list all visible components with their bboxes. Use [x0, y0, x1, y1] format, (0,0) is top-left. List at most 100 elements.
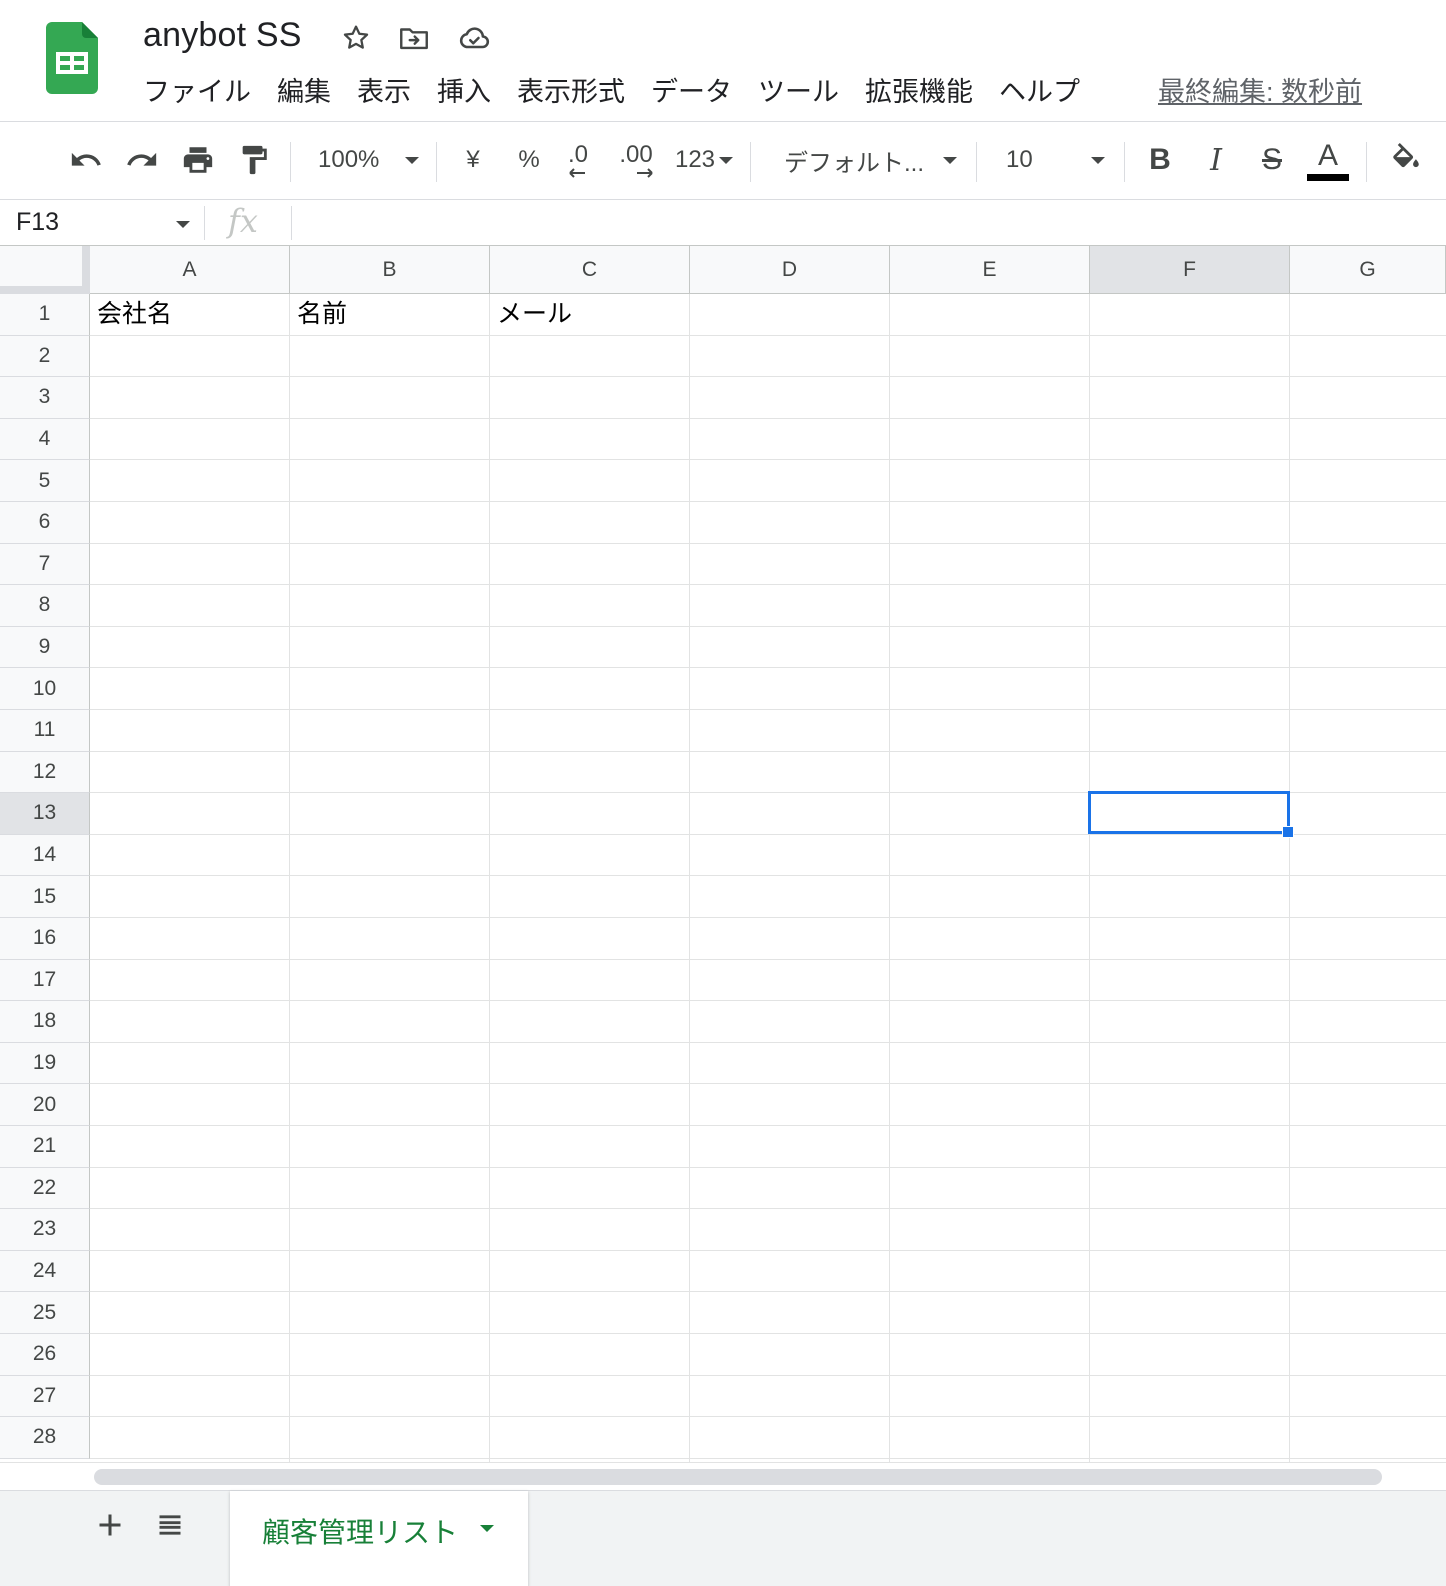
row-header-15[interactable]: 15	[0, 876, 90, 918]
row-header-2[interactable]: 2	[0, 335, 90, 378]
row-header-23[interactable]: 23	[0, 1209, 90, 1251]
row-header-10[interactable]: 10	[0, 668, 90, 710]
sheet-tab-bar: 顧客管理リスト	[0, 1490, 1446, 1586]
fill-handle[interactable]	[1282, 826, 1294, 838]
undo-icon[interactable]	[66, 138, 106, 182]
google-sheets-logo-icon[interactable]	[46, 22, 98, 94]
row-gridline	[90, 1083, 1446, 1085]
menu-insert[interactable]: 挿入	[426, 72, 506, 112]
menu-format[interactable]: 表示形式	[506, 72, 640, 112]
menu-edit[interactable]: 編集	[266, 72, 346, 112]
row-header-27[interactable]: 27	[0, 1375, 90, 1418]
bold-button[interactable]: B	[1142, 138, 1178, 182]
decrease-decimal-button[interactable]: .0	[558, 138, 598, 182]
cell-b1[interactable]: 名前	[297, 294, 347, 334]
row-gridline	[90, 1000, 1446, 1002]
menu-extensions[interactable]: 拡張機能	[854, 72, 988, 112]
horizontal-scrollbar-thumb[interactable]	[94, 1469, 1382, 1485]
row-header-3[interactable]: 3	[0, 377, 90, 419]
row-gridline	[90, 334, 1446, 336]
font-value: デフォルト...	[784, 149, 925, 177]
font-size-dropdown-icon[interactable]	[1086, 138, 1110, 182]
add-sheet-icon[interactable]	[92, 1507, 128, 1543]
move-to-folder-icon[interactable]	[396, 20, 432, 56]
row-header-25[interactable]: 25	[0, 1292, 90, 1334]
name-box-dropdown-icon[interactable]	[176, 221, 190, 228]
cloud-saved-icon[interactable]	[456, 20, 492, 56]
formula-input[interactable]	[300, 206, 1430, 240]
row-header-20[interactable]: 20	[0, 1084, 90, 1126]
row-header-5[interactable]: 5	[0, 460, 90, 502]
row-header-9[interactable]: 9	[0, 626, 90, 669]
sheet-tab-label: 顧客管理リスト	[262, 1517, 459, 1548]
last-edit-link[interactable]: 最終編集: 数秒前	[1158, 72, 1362, 112]
column-header-g[interactable]: G	[1290, 246, 1446, 294]
row-header-24[interactable]: 24	[0, 1250, 90, 1293]
row-header-18[interactable]: 18	[0, 1001, 90, 1043]
row-gridline	[90, 1166, 1446, 1168]
menu-tools[interactable]: ツール	[747, 72, 854, 112]
menu-help[interactable]: ヘルプ	[988, 72, 1095, 112]
column-header-c[interactable]: C	[490, 246, 690, 294]
cell-a1[interactable]: 会社名	[97, 294, 172, 334]
row-header-12[interactable]: 12	[0, 751, 90, 794]
row-header-14[interactable]: 14	[0, 834, 90, 877]
more-formats-button[interactable]: 123	[672, 138, 736, 182]
row-header-16[interactable]: 16	[0, 918, 90, 960]
row-header-11[interactable]: 11	[0, 710, 90, 752]
row-header-4[interactable]: 4	[0, 418, 90, 461]
sheet-tab-dropdown-icon[interactable]	[480, 1525, 494, 1532]
column-header-e[interactable]: E	[890, 246, 1090, 294]
document-title[interactable]: anybot SS	[143, 16, 302, 55]
increase-decimal-button[interactable]: .00	[614, 138, 658, 182]
all-sheets-icon[interactable]	[152, 1507, 188, 1543]
row-header-21[interactable]: 21	[0, 1126, 90, 1168]
row-header-6[interactable]: 6	[0, 502, 90, 544]
row-header-19[interactable]: 19	[0, 1042, 90, 1085]
star-icon[interactable]	[338, 20, 374, 56]
menu-view[interactable]: 表示	[346, 72, 426, 112]
strikethrough-button[interactable]: S	[1254, 138, 1290, 182]
print-icon[interactable]	[178, 138, 218, 182]
row-header-28[interactable]: 28	[0, 1417, 90, 1459]
row-gridline	[90, 1416, 1446, 1418]
row-header-13[interactable]: 13	[0, 793, 90, 835]
row-header-17[interactable]: 17	[0, 959, 90, 1002]
row-header-26[interactable]: 26	[0, 1334, 90, 1376]
column-header-d[interactable]: D	[690, 246, 890, 294]
freeze-row-handle[interactable]	[0, 286, 90, 294]
italic-button[interactable]: I	[1198, 138, 1234, 182]
column-header-a[interactable]: A	[90, 246, 290, 294]
fill-color-icon[interactable]	[1386, 138, 1426, 182]
currency-button[interactable]: ¥	[458, 138, 488, 182]
formula-bar-separator	[291, 206, 292, 240]
row-gridline	[90, 750, 1446, 752]
row-gridline	[90, 542, 1446, 544]
more-formats-label: 123	[674, 146, 716, 173]
menu-file[interactable]: ファイル	[132, 72, 266, 112]
paint-format-icon[interactable]	[234, 138, 274, 182]
spreadsheet-grid[interactable]: ABCDEFG 1 2 3 4 5 6 7 8 9 10 11 12 13 14 15 16 17 18 19 20 2…	[0, 246, 1446, 1462]
text-color-button[interactable]: A	[1306, 138, 1350, 182]
font-dropdown-icon[interactable]	[938, 138, 962, 182]
column-header-f[interactable]: F	[1090, 246, 1290, 294]
cell-c1[interactable]: メール	[497, 294, 572, 334]
font-size-input[interactable]: 10	[1006, 138, 1066, 182]
font-select[interactable]: デフォルト...	[784, 138, 924, 182]
row-header-8[interactable]: 8	[0, 585, 90, 627]
toolbar-separator	[436, 142, 437, 182]
sheet-tab[interactable]: 顧客管理リスト	[230, 1491, 528, 1586]
row-gridline	[90, 1041, 1446, 1043]
horizontal-scrollbar[interactable]	[0, 1462, 1446, 1490]
row-header-7[interactable]: 7	[0, 543, 90, 586]
row-header-22[interactable]: 22	[0, 1167, 90, 1210]
row-header-1[interactable]: 1	[0, 294, 90, 336]
name-box[interactable]: F13	[16, 208, 59, 237]
zoom-dropdown-icon[interactable]	[400, 138, 424, 182]
percent-button[interactable]: %	[514, 138, 544, 182]
selected-cell-f13[interactable]	[1088, 791, 1290, 834]
column-gridline	[689, 294, 690, 1462]
redo-icon[interactable]	[122, 138, 162, 182]
column-header-b[interactable]: B	[290, 246, 490, 294]
menu-data[interactable]: データ	[640, 72, 747, 112]
